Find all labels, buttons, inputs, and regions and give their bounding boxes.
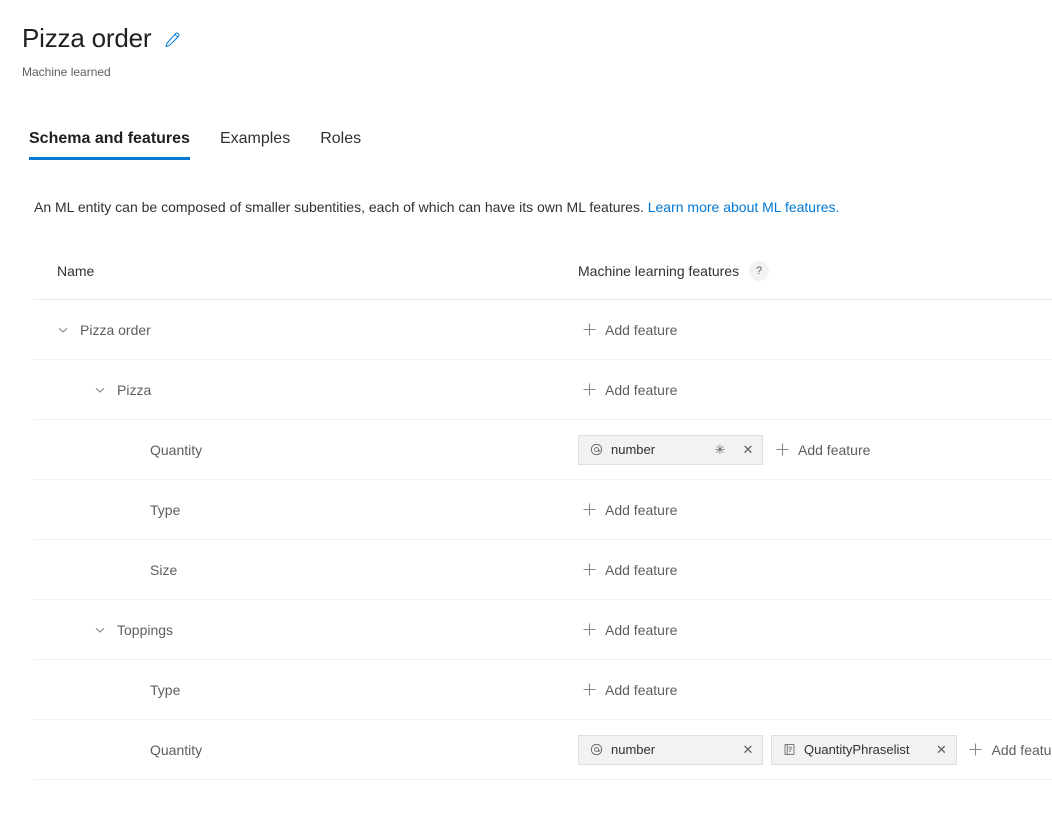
- add-feature-button[interactable]: Add feature: [578, 560, 681, 580]
- add-feature-label: Add feature: [605, 561, 678, 578]
- add-feature-label: Add feature: [605, 501, 678, 518]
- plus-icon: [582, 503, 596, 517]
- page-title: Pizza order: [22, 23, 152, 53]
- add-feature-button[interactable]: Add feature: [771, 440, 874, 460]
- column-header-features-label: Machine learning features: [578, 263, 740, 279]
- at-sign-icon: [589, 743, 603, 757]
- row-label: Quantity: [150, 441, 203, 458]
- row-name-cell: Quantity: [33, 442, 578, 458]
- row-features-cell: Add feature: [578, 380, 1052, 400]
- row-features-cell: Add feature: [578, 500, 1052, 520]
- row-label: Quantity: [150, 741, 203, 758]
- table-row: Quantity number ✳ ✕ Add feature: [33, 420, 1052, 480]
- tab-examples[interactable]: Examples: [220, 128, 290, 160]
- row-name-cell: Pizza order: [33, 322, 578, 338]
- feature-chip-label: number: [611, 742, 656, 757]
- row-features-cell: Add feature: [578, 620, 1052, 640]
- learn-more-link[interactable]: Learn more about ML features.: [648, 199, 840, 215]
- add-feature-label: Add feature: [991, 741, 1052, 758]
- phraselist-icon: [782, 743, 796, 757]
- feature-chip[interactable]: number ✳ ✕: [578, 434, 763, 465]
- row-label: Toppings: [117, 621, 174, 638]
- row-name-cell: Size: [33, 562, 578, 578]
- add-feature-button[interactable]: Add feature: [578, 320, 681, 340]
- table-row: Size Add feature: [33, 540, 1052, 600]
- features-table: Name Machine learning features ? Pizza o…: [33, 255, 1052, 780]
- row-name-cell: Toppings: [33, 622, 578, 638]
- add-feature-label: Add feature: [605, 321, 678, 338]
- remove-feature-icon[interactable]: ✕: [738, 440, 758, 460]
- column-header-name: Name: [57, 263, 95, 279]
- add-feature-button[interactable]: Add feature: [578, 620, 681, 640]
- plus-icon: [582, 323, 596, 337]
- add-feature-label: Add feature: [605, 681, 678, 698]
- feature-chip[interactable]: number ✕: [578, 734, 763, 765]
- row-label: Pizza order: [80, 321, 151, 338]
- plus-icon: [582, 683, 596, 697]
- tab-schema-and-features[interactable]: Schema and features: [29, 128, 190, 160]
- required-feature-icon[interactable]: ✳: [710, 440, 730, 460]
- description-body: An ML entity can be composed of smaller …: [34, 199, 644, 215]
- at-sign-icon: [589, 443, 603, 457]
- plus-icon: [582, 383, 596, 397]
- table-row: Toppings Add feature: [33, 600, 1052, 660]
- tab-roles[interactable]: Roles: [320, 128, 361, 160]
- plus-icon: [582, 623, 596, 637]
- row-label: Size: [150, 561, 178, 578]
- add-feature-button[interactable]: Add feature: [578, 680, 681, 700]
- remove-feature-icon[interactable]: ✕: [738, 740, 758, 760]
- table-row: Type Add feature: [33, 660, 1052, 720]
- row-features-cell: Add feature: [578, 320, 1052, 340]
- add-feature-label: Add feature: [798, 441, 871, 458]
- row-name-cell: Pizza: [33, 382, 578, 398]
- row-features-cell: number ✳ ✕ Add feature: [578, 434, 1052, 465]
- chevron-down-icon[interactable]: [55, 322, 71, 338]
- entity-type-subtitle: Machine learned: [22, 65, 111, 79]
- row-name-cell: Type: [33, 682, 578, 698]
- feature-chip-label: QuantityPhraselist: [804, 742, 910, 757]
- row-name-cell: Type: [33, 502, 578, 518]
- column-header-features: Machine learning features ?: [578, 261, 770, 281]
- row-label: Type: [150, 681, 181, 698]
- page-header: Pizza order Machine learned: [0, 0, 1052, 80]
- description-text: An ML entity can be composed of smaller …: [34, 197, 1052, 217]
- tab-bar: Schema and features Examples Roles: [29, 124, 1052, 160]
- add-feature-button[interactable]: Add feature: [965, 740, 1052, 760]
- table-header-row: Name Machine learning features ?: [33, 255, 1052, 300]
- plus-icon: [582, 563, 596, 577]
- feature-chip-label: number: [611, 442, 656, 457]
- pencil-icon[interactable]: [161, 29, 183, 51]
- row-features-cell: number ✕ QuantityPhraselist ✕ Add featu: [578, 734, 1052, 765]
- add-feature-button[interactable]: Add feature: [578, 500, 681, 520]
- add-feature-label: Add feature: [605, 381, 678, 398]
- add-feature-button[interactable]: Add feature: [578, 380, 681, 400]
- chevron-down-icon[interactable]: [92, 622, 108, 638]
- remove-feature-icon[interactable]: ✕: [932, 740, 952, 760]
- row-features-cell: Add feature: [578, 560, 1052, 580]
- row-label: Type: [150, 501, 181, 518]
- add-feature-label: Add feature: [605, 621, 678, 638]
- help-icon[interactable]: ?: [749, 261, 770, 281]
- row-name-cell: Quantity: [33, 742, 578, 758]
- table-row: Pizza order Add feature: [33, 300, 1052, 360]
- row-features-cell: Add feature: [578, 680, 1052, 700]
- plus-icon: [969, 743, 983, 757]
- plus-icon: [775, 443, 789, 457]
- row-label: Pizza: [117, 381, 152, 398]
- table-row: Type Add feature: [33, 480, 1052, 540]
- chevron-down-icon[interactable]: [92, 382, 108, 398]
- title-row: Pizza order: [22, 22, 1052, 54]
- table-row: Quantity number ✕ QuantityPhraselist ✕ A…: [33, 720, 1052, 780]
- feature-chip[interactable]: QuantityPhraselist ✕: [771, 734, 957, 765]
- table-row: Pizza Add feature: [33, 360, 1052, 420]
